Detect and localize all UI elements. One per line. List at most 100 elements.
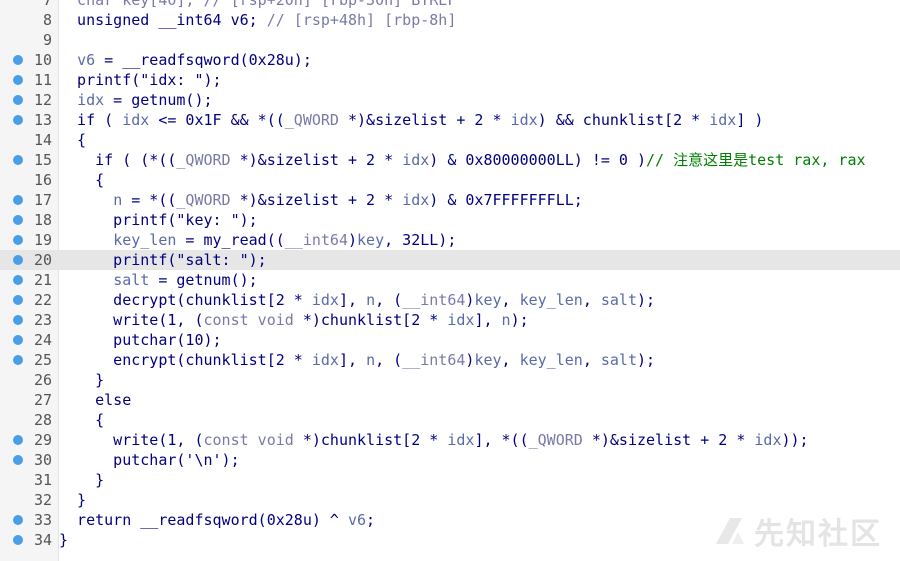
code-line[interactable]: 9 xyxy=(0,30,900,50)
code-token: const void xyxy=(203,311,294,329)
code-token: ], *(( xyxy=(474,431,529,449)
code-token: ); xyxy=(510,311,529,329)
code-token: } xyxy=(59,471,105,489)
code-line[interactable]: 10 v6 = __readfsqword(0x28u); xyxy=(0,50,900,70)
code-token: = __readfsqword(0x28u); xyxy=(95,51,312,69)
code-line[interactable]: 13 if ( idx <= 0x1F && *((_QWORD *)&size… xyxy=(0,110,900,130)
code-line[interactable]: 24 putchar(10); xyxy=(0,330,900,350)
code-text: encrypt(chunklist[2 * idx], n, (__int64)… xyxy=(59,350,655,370)
line-number: 19 xyxy=(33,231,52,249)
pseudocode-view[interactable]: 7 char key[40]; // [rsp+20h] [rbp-30h] B… xyxy=(0,0,900,561)
code-line[interactable]: 23 write(1, (const void *)chunklist[2 * … xyxy=(0,310,900,330)
watermark-text: 先知社区 xyxy=(754,517,882,552)
line-number: 11 xyxy=(33,71,52,89)
code-line[interactable]: 30 putchar('\n'); xyxy=(0,450,900,470)
code-token: <= 0x1F && *(( xyxy=(149,111,285,129)
code-token: if ( (*(( xyxy=(59,151,177,169)
code-text: unsigned __int64 v6; // [rsp+48h] [rbp-8… xyxy=(59,10,456,30)
code-text: } xyxy=(59,370,104,390)
line-number: 30 xyxy=(33,451,52,469)
code-line[interactable]: 15 if ( (*((_QWORD *)&sizelist + 2 * idx… xyxy=(0,150,900,170)
code-line[interactable]: 19 key_len = my_read((__int64)key, 32LL)… xyxy=(0,230,900,250)
code-line[interactable]: 17 n = *((_QWORD *)&sizelist + 2 * idx) … xyxy=(0,190,900,210)
code-line[interactable]: 32 } xyxy=(0,490,900,510)
code-line[interactable]: 16 { xyxy=(0,170,900,190)
code-line-current[interactable]: 20 printf("salt: "); xyxy=(0,250,900,270)
code-token: idx xyxy=(510,111,538,129)
code-line[interactable]: 22 decrypt(chunklist[2 * idx], n, (__int… xyxy=(0,290,900,310)
code-token: else xyxy=(59,391,132,409)
code-token: idx xyxy=(311,351,339,369)
code-text: } xyxy=(59,530,68,550)
code-token: _QWORD xyxy=(284,111,339,129)
code-token: ); xyxy=(637,291,656,309)
code-token: printf("key: "); xyxy=(59,211,258,229)
line-number: 9 xyxy=(42,31,52,49)
code-token: key xyxy=(357,231,385,249)
code-token: idx xyxy=(447,431,475,449)
code-line[interactable]: 12 idx = getnum(); xyxy=(0,90,900,110)
line-number: 24 xyxy=(33,331,52,349)
line-number: 33 xyxy=(33,511,52,529)
code-token: key_len xyxy=(113,231,177,249)
code-token: , xyxy=(582,291,601,309)
code-line[interactable]: 28 { xyxy=(0,410,900,430)
code-line[interactable]: 7 char key[40]; // [rsp+20h] [rbp-30h] B… xyxy=(0,0,900,10)
code-token: salt xyxy=(113,271,150,289)
line-number: 12 xyxy=(33,91,52,109)
code-token: , xyxy=(582,351,601,369)
code-token: __int64 xyxy=(402,351,466,369)
code-token: } xyxy=(59,371,105,389)
code-token: *)chunklist[2 * xyxy=(293,431,448,449)
line-number: 16 xyxy=(33,171,52,189)
code-line[interactable]: 8 unsigned __int64 v6; // [rsp+48h] [rbp… xyxy=(0,10,900,30)
line-number: 13 xyxy=(33,111,52,129)
line-number: 25 xyxy=(33,351,52,369)
code-token: printf("salt: "); xyxy=(59,251,267,269)
code-token: __int64 xyxy=(402,291,466,309)
code-line[interactable]: 11 printf("idx: "); xyxy=(0,70,900,90)
code-token: = my_read(( xyxy=(176,231,285,249)
code-token: salt xyxy=(600,351,637,369)
code-text: char key[40]; // [rsp+20h] [rbp-30h] BYR… xyxy=(59,0,456,10)
code-token: ) xyxy=(348,231,358,249)
code-token: v6 xyxy=(77,51,96,69)
code-token: , ( xyxy=(375,291,403,309)
line-number: 14 xyxy=(33,131,52,149)
code-token: { xyxy=(59,131,87,149)
code-token: __int64 xyxy=(284,231,348,249)
code-token: ] ) xyxy=(736,111,764,129)
code-token: )); xyxy=(781,431,809,449)
code-token: , ( xyxy=(375,351,403,369)
code-line[interactable]: 31 } xyxy=(0,470,900,490)
line-number: 23 xyxy=(33,311,52,329)
code-token: putchar(10); xyxy=(59,331,222,349)
code-text: { xyxy=(59,410,104,430)
code-text: { xyxy=(59,130,86,150)
code-token: // [rsp+48h] [rbp-8h] xyxy=(266,11,457,29)
code-token: write(1, ( xyxy=(59,311,204,329)
line-number: 29 xyxy=(33,431,52,449)
code-token: v6 xyxy=(347,511,367,529)
code-line[interactable]: 29 write(1, (const void *)chunklist[2 * … xyxy=(0,430,900,450)
code-token: ], xyxy=(338,291,367,309)
code-text: n = *((_QWORD *)&sizelist + 2 * idx) & 0… xyxy=(59,190,583,210)
code-line[interactable]: 27 else xyxy=(0,390,900,410)
code-text: putchar('\n'); xyxy=(59,450,239,470)
code-line[interactable]: 26 } xyxy=(0,370,900,390)
code-line[interactable]: 14 { xyxy=(0,130,900,150)
code-token: _QWORD xyxy=(528,431,583,449)
code-token: = getnum(); xyxy=(149,271,258,289)
line-number: 34 xyxy=(33,531,52,549)
code-token: key xyxy=(474,351,502,369)
line-number: 21 xyxy=(33,271,52,289)
code-line[interactable]: 18 printf("key: "); xyxy=(0,210,900,230)
code-token: ; xyxy=(366,511,376,529)
code-listing[interactable]: 7 char key[40]; // [rsp+20h] [rbp-30h] B… xyxy=(0,0,900,550)
code-token: encrypt(chunklist[2 * xyxy=(59,351,312,369)
code-token: key xyxy=(474,291,502,309)
code-line[interactable]: 21 salt = getnum(); xyxy=(0,270,900,290)
code-line[interactable]: 25 encrypt(chunklist[2 * idx], n, (__int… xyxy=(0,350,900,370)
